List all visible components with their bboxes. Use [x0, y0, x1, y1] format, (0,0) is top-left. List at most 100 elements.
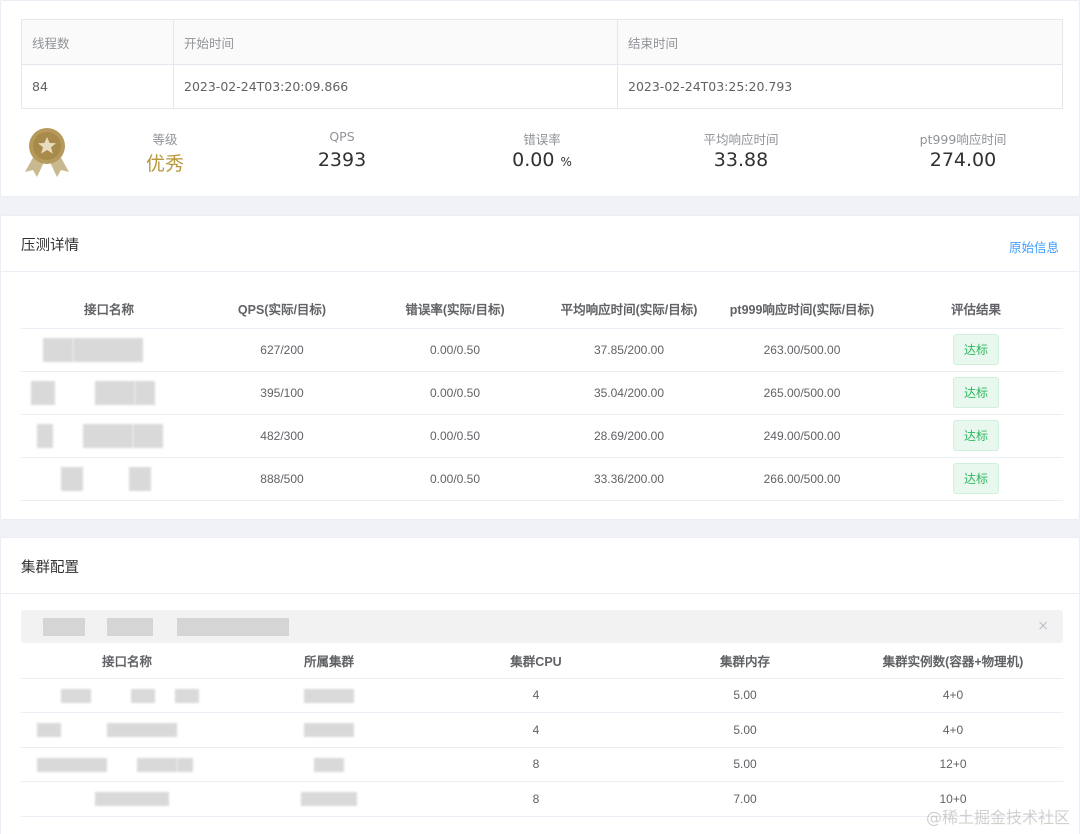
status-badge: 达标 — [952, 463, 999, 494]
start-time-header: 开始时间 — [173, 19, 618, 65]
thread-count-header: 线程数 — [21, 19, 174, 65]
error-cell: 0.00/0.50 — [367, 328, 543, 372]
memory-cell: 5.00 — [647, 747, 843, 782]
qps-cell: 395/100 — [197, 371, 367, 415]
result-cell: 达标 — [889, 414, 1063, 458]
filter-chip[interactable] — [43, 618, 85, 636]
avg-response-stat: 平均响应时间 33.88 — [661, 129, 821, 171]
memory-cell: 7.00 — [647, 781, 843, 817]
interface-name-redacted — [21, 747, 233, 782]
error-cell: 0.00/0.50 — [367, 371, 543, 415]
cpu-cell: 8 — [425, 781, 647, 817]
pt999-stat: pt999响应时间 274.00 — [883, 129, 1043, 171]
error-rate-unit: % — [560, 155, 572, 169]
pt999-cell: 266.00/500.00 — [715, 457, 889, 501]
interface-name-redacted — [21, 328, 197, 372]
table-row: 482/300 0.00/0.50 28.69/200.00 249.00/50… — [21, 414, 1063, 458]
detail-table: 接口名称 QPS(实际/目标) 错误率(实际/目标) 平均响应时间(实际/目标)… — [21, 290, 1063, 501]
avg-cell: 28.69/200.00 — [543, 414, 715, 458]
table-row: 8 5.00 12+0 — [21, 747, 1063, 782]
col-instances: 集群实例数(容器+物理机) — [843, 644, 1063, 679]
interface-name-redacted — [21, 712, 233, 748]
close-icon[interactable]: × — [1037, 618, 1049, 634]
instances-cell: 4+0 — [843, 678, 1063, 713]
interface-name-redacted — [21, 414, 197, 458]
pt999-value: 274.00 — [929, 149, 997, 171]
col-memory: 集群内存 — [647, 644, 843, 679]
col-avg-response: 平均响应时间(实际/目标) — [543, 290, 715, 329]
end-time-value: 2023-02-24T03:25:20.793 — [617, 64, 1063, 109]
qps-value: 2393 — [317, 149, 367, 171]
result-cell: 达标 — [889, 457, 1063, 501]
filter-chip[interactable] — [177, 618, 273, 636]
cluster-name-redacted — [233, 747, 425, 782]
cpu-cell: 8 — [425, 747, 647, 782]
qps-cell: 888/500 — [197, 457, 367, 501]
col-cpu: 集群CPU — [425, 644, 647, 679]
qps-stat: QPS 2393 — [262, 129, 422, 171]
avg-response-value: 33.88 — [713, 149, 769, 171]
col-cluster: 所属集群 — [233, 644, 425, 679]
error-cell: 0.00/0.50 — [367, 457, 543, 501]
table-row: 4 5.00 4+0 — [21, 712, 1063, 748]
error-rate-label: 错误率 — [523, 132, 561, 147]
table-row: 395/100 0.00/0.50 35.04/200.00 265.00/50… — [21, 371, 1063, 415]
pt999-label: pt999响应时间 — [919, 132, 1007, 147]
col-result: 评估结果 — [889, 290, 1063, 329]
cluster-filter-bar[interactable]: × — [21, 610, 1063, 643]
qps-cell: 482/300 — [197, 414, 367, 458]
summary-table: 线程数 开始时间 结束时间 84 2023-02-24T03:20:09.866… — [21, 19, 1063, 109]
summary-card: 线程数 开始时间 结束时间 84 2023-02-24T03:20:09.866… — [0, 0, 1080, 197]
memory-cell: 5.00 — [647, 712, 843, 748]
table-row: 627/200 0.00/0.50 37.85/200.00 263.00/50… — [21, 328, 1063, 372]
grade-value: 优秀 — [145, 153, 184, 175]
medal-icon — [25, 128, 69, 177]
instances-cell: 4+0 — [843, 712, 1063, 748]
error-rate-value: 0.00 — [512, 149, 555, 171]
status-badge: 达标 — [952, 377, 999, 408]
filter-chip[interactable] — [107, 618, 153, 636]
col-pt999: pt999响应时间(实际/目标) — [715, 290, 889, 329]
raw-info-link[interactable]: 原始信息 — [1009, 237, 1059, 256]
cpu-cell: 4 — [425, 678, 647, 713]
table-row: 4 5.00 4+0 — [21, 678, 1063, 713]
cluster-header: 集群配置 — [1, 538, 1079, 594]
error-rate-value-wrap: 0.00 % — [462, 149, 622, 171]
cpu-cell: 4 — [425, 712, 647, 748]
cluster-name-redacted — [233, 781, 425, 817]
status-badge: 达标 — [952, 420, 999, 451]
error-rate-stat: 错误率 0.00 % — [462, 129, 622, 171]
instances-cell: 12+0 — [843, 747, 1063, 782]
detail-title: 压测详情 — [21, 238, 79, 254]
cluster-name-redacted — [233, 712, 425, 748]
memory-cell: 5.00 — [647, 678, 843, 713]
cluster-name-redacted — [233, 678, 425, 713]
avg-cell: 33.36/200.00 — [543, 457, 715, 501]
start-time-value: 2023-02-24T03:20:09.866 — [173, 64, 618, 109]
status-badge: 达标 — [952, 334, 999, 365]
filter-chip[interactable] — [269, 618, 289, 636]
thread-count-value: 84 — [21, 64, 174, 109]
col-qps: QPS(实际/目标) — [197, 290, 367, 329]
interface-name-redacted — [21, 371, 197, 415]
grade-stat: 等级 优秀 — [85, 129, 245, 176]
pt999-cell: 263.00/500.00 — [715, 328, 889, 372]
interface-name-redacted — [21, 781, 233, 817]
cluster-table: 接口名称 所属集群 集群CPU 集群内存 集群实例数(容器+物理机) 4 5.0… — [21, 644, 1063, 817]
pt999-cell: 265.00/500.00 — [715, 371, 889, 415]
detail-header: 压测详情 原始信息 — [1, 216, 1079, 272]
avg-cell: 35.04/200.00 — [543, 371, 715, 415]
cluster-config-card: 集群配置 × 接口名称 所属集群 集群CPU 集群内存 集群实例数(容器+物理机… — [0, 537, 1080, 834]
watermark: @稀土掘金技术社区 — [925, 808, 1070, 827]
test-detail-card: 压测详情 原始信息 接口名称 QPS(实际/目标) 错误率(实际/目标) 平均响… — [0, 215, 1080, 520]
col-interface-name: 接口名称 — [21, 644, 233, 679]
grade-label: 等级 — [152, 132, 178, 147]
interface-name-redacted — [21, 678, 233, 713]
col-interface-name: 接口名称 — [21, 290, 197, 329]
avg-response-label: 平均响应时间 — [703, 132, 779, 147]
interface-name-redacted — [21, 457, 197, 501]
col-error-rate: 错误率(实际/目标) — [367, 290, 543, 329]
table-row: 888/500 0.00/0.50 33.36/200.00 266.00/50… — [21, 457, 1063, 501]
error-cell: 0.00/0.50 — [367, 414, 543, 458]
avg-cell: 37.85/200.00 — [543, 328, 715, 372]
